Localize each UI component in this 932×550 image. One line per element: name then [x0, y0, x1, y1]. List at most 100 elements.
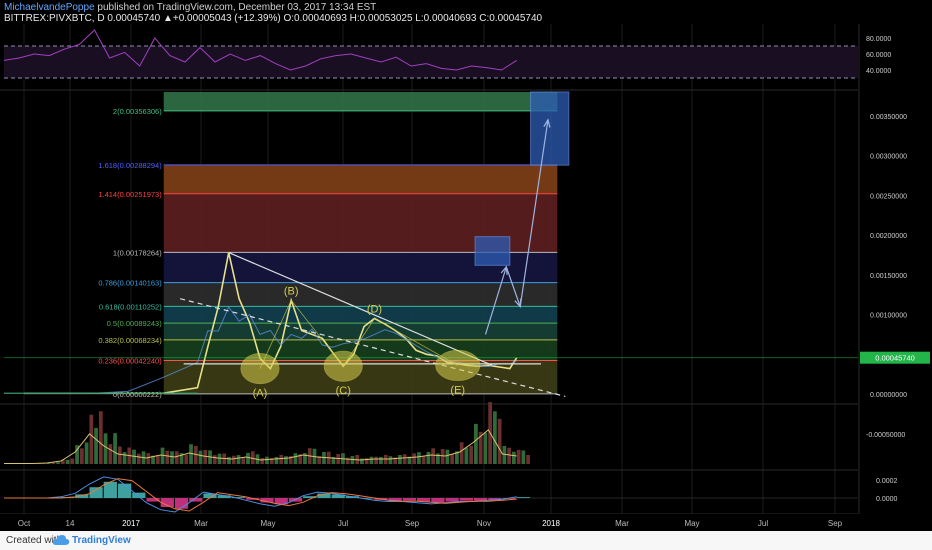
macd-histogram-bar	[516, 497, 530, 498]
projection-box[interactable]	[530, 91, 570, 166]
macd-histogram-bar	[402, 498, 417, 501]
time-tick-label: May	[260, 519, 275, 528]
volume-bar	[379, 456, 383, 464]
fib-level-label: 2(0.00356306)	[113, 107, 162, 116]
volume-bar	[198, 450, 203, 464]
footer-bar: Created with TradingView	[0, 531, 932, 550]
volume-bar	[84, 442, 89, 464]
volume-bar	[146, 453, 151, 464]
volume-bar	[374, 456, 379, 464]
wave-label: (B)	[284, 285, 299, 297]
time-tick-label: May	[684, 519, 699, 528]
wave-label: (C)	[336, 385, 351, 397]
volume-bar	[274, 456, 279, 464]
volume-bar	[483, 432, 488, 464]
volume-bar	[521, 450, 526, 464]
time-tick-label: 2018	[542, 519, 560, 528]
time-tick-label: 2017	[122, 519, 140, 528]
time-tick-label: 14	[66, 519, 75, 528]
fib-level-label: 0.786(0.00140163)	[98, 279, 162, 288]
volume-bar	[174, 451, 179, 464]
volume-bar	[526, 454, 530, 464]
chart-canvas[interactable]: 80.0000 60.0000 40.0000 2(0.00356306) 1.618…	[0, 0, 932, 531]
time-tick-label: Mar	[615, 519, 629, 528]
fib-level-label: 0.382(0.00068234)	[98, 336, 162, 345]
volume-bar	[236, 455, 241, 464]
wave-label: (D)	[367, 304, 382, 316]
volume-bar	[108, 444, 113, 464]
volume-bar	[170, 451, 174, 464]
price-tick-label: 0.00350000	[870, 114, 907, 121]
volume-bar	[511, 451, 516, 464]
tradingview-brand[interactable]: TradingView	[72, 535, 131, 546]
volume-bar	[412, 453, 417, 464]
price-tick-label: 0.00250000	[870, 193, 907, 200]
volume-bar	[184, 454, 189, 464]
wave-ellipse	[240, 353, 280, 385]
volume-bar	[516, 449, 521, 464]
volume-bar	[507, 447, 511, 464]
volume-bar	[231, 455, 236, 464]
time-tick-label: Jul	[338, 519, 348, 528]
volume-bar	[364, 457, 369, 464]
volume-bar	[284, 456, 288, 464]
volume-bar	[122, 452, 127, 464]
fib-zone	[163, 164, 558, 194]
volume-bar	[450, 453, 455, 464]
volume-bar	[474, 423, 478, 464]
fib-level-label: 0.5(0.00089243)	[107, 319, 163, 328]
volume-bar	[388, 456, 393, 464]
rsi-tick-label: 60.0000	[866, 52, 891, 59]
volume-bar	[398, 454, 402, 464]
volume-bar	[260, 457, 265, 464]
price-tick-label: 0.00200000	[870, 233, 907, 240]
volume-bar	[265, 456, 269, 464]
volume-bar	[136, 453, 141, 464]
wave-label: (E)	[450, 384, 465, 396]
price-tick-label: 0.00300000	[870, 154, 907, 161]
rsi-tick-label: 80.0000	[866, 36, 891, 43]
time-tick-label: Sep	[405, 519, 420, 528]
fib-level-label: 1.414(0.00251973)	[98, 190, 162, 199]
volume-bar	[459, 442, 464, 464]
fib-zone	[163, 92, 558, 111]
macd-histogram-bar	[132, 492, 146, 498]
rsi-tick-label: 40.0000	[866, 68, 891, 75]
volume-bar	[113, 433, 117, 464]
macd-tick-label: 0.0000	[876, 496, 898, 503]
volume-bar	[217, 453, 222, 464]
volume-pane: -0.00050000	[4, 402, 905, 464]
time-tick-label: Mar	[194, 519, 208, 528]
volume-bar	[117, 446, 122, 464]
volume-bar	[98, 411, 103, 464]
volume-bar	[426, 451, 431, 464]
fib-level-label: 1.618(0.00288294)	[98, 161, 162, 170]
volume-bar	[94, 427, 98, 464]
time-tick-label: Jul	[758, 519, 768, 528]
time-tick-label: Nov	[477, 519, 491, 528]
volume-bar	[431, 448, 436, 464]
volume-bar	[440, 449, 445, 464]
volume-bar	[56, 462, 60, 464]
volume-bar	[493, 411, 497, 464]
volume-bar	[246, 452, 250, 464]
volume-bar	[70, 458, 75, 464]
rsi-band-fill	[4, 46, 858, 78]
tradingview-cloud-icon	[52, 533, 70, 550]
macd-histogram-bar	[431, 498, 445, 503]
volume-bar	[279, 454, 284, 464]
volume-bar	[445, 449, 450, 464]
volume-bar	[502, 445, 507, 464]
fib-level-label: 0.618(0.00110252)	[99, 302, 162, 311]
last-price-tag-label: 0.00045740	[875, 354, 915, 363]
volume-bar	[497, 418, 502, 464]
wave-label: (A)	[253, 388, 268, 400]
macd-histogram-bar	[445, 498, 459, 502]
projection-box[interactable]	[474, 236, 511, 266]
volume-bar	[469, 445, 474, 464]
volume-bar	[241, 457, 246, 464]
volume-bar	[369, 456, 374, 464]
volume-bar	[212, 455, 217, 464]
fib-level-label: 1(0.00178264)	[113, 248, 162, 257]
volume-bar	[402, 454, 407, 464]
